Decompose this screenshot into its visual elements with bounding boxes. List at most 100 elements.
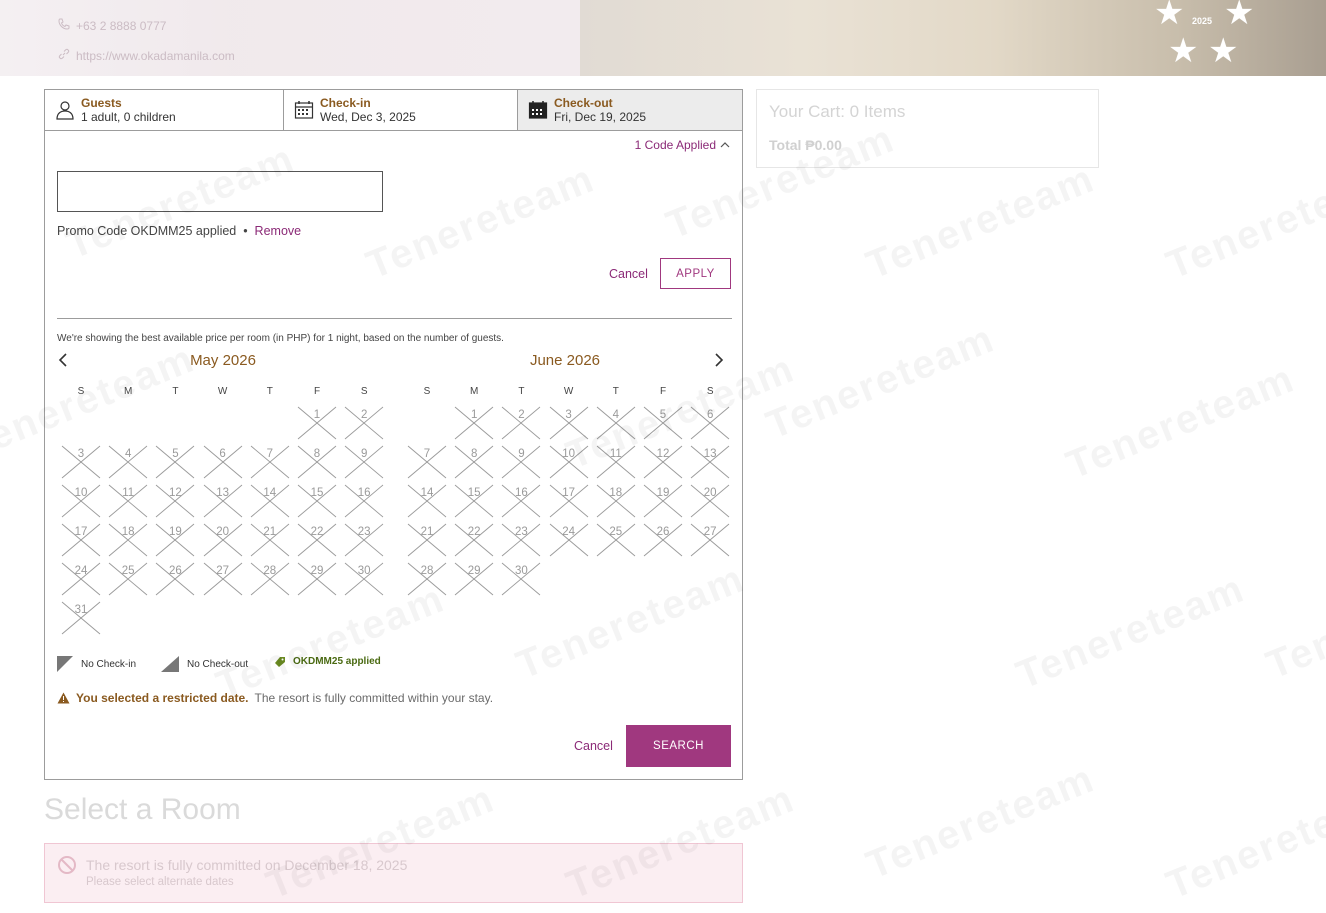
search-button[interactable]: SEARCH <box>626 725 731 767</box>
calendar-day[interactable]: 17 <box>549 484 589 518</box>
calendar-day[interactable]: 14 <box>407 484 447 518</box>
calendar-day[interactable]: 13 <box>203 484 243 518</box>
calendar-day[interactable]: 28 <box>407 562 447 596</box>
day-number: 9 <box>360 448 368 460</box>
checkout-value: Fri, Dec 19, 2025 <box>554 110 647 124</box>
calendar-day[interactable]: 19 <box>643 484 683 518</box>
calendar-day[interactable]: 27 <box>203 562 243 596</box>
calendar-day[interactable]: 26 <box>155 562 195 596</box>
calendar-day[interactable]: 2 <box>344 406 384 440</box>
calendar-day[interactable]: 23 <box>344 523 384 557</box>
tab-checkin[interactable]: Check-in Wed, Dec 3, 2025 <box>283 90 517 130</box>
day-number: 17 <box>562 487 575 499</box>
chevron-right-icon[interactable] <box>711 353 725 367</box>
calendar-day[interactable]: 25 <box>596 523 636 557</box>
calendar-day[interactable]: 23 <box>501 523 541 557</box>
calendar-day[interactable]: 25 <box>108 562 148 596</box>
calendar-day[interactable]: 9 <box>344 445 384 479</box>
calendar-icon <box>294 101 314 119</box>
watermark-text: Tenereteam <box>1010 566 1251 698</box>
day-number: 13 <box>703 448 717 460</box>
calendar-day[interactable]: 10 <box>61 484 101 518</box>
day-number: 2 <box>360 409 368 421</box>
apply-button[interactable]: APPLY <box>660 258 731 289</box>
calendar-day[interactable]: 31 <box>61 601 101 635</box>
chevron-up-icon <box>720 142 730 148</box>
calendar-day[interactable]: 29 <box>454 562 494 596</box>
calendar-day[interactable]: 22 <box>454 523 494 557</box>
calendar-day[interactable]: 11 <box>596 445 636 479</box>
calendar-day[interactable]: 27 <box>690 523 730 557</box>
calendar-day[interactable]: 11 <box>108 484 148 518</box>
phone-number[interactable]: +63 2 8888 0777 <box>76 19 166 33</box>
calendar-day[interactable]: 24 <box>61 562 101 596</box>
calendar-day[interactable]: 3 <box>549 406 589 440</box>
weekday-header: S <box>423 386 431 397</box>
promo-code-toggle[interactable]: 1 Code Applied <box>635 138 730 152</box>
legend-no-checkin-label: No Check-in <box>81 658 137 670</box>
calendar-day[interactable]: 7 <box>250 445 290 479</box>
calendar-day[interactable]: 5 <box>643 406 683 440</box>
calendar-day[interactable]: 12 <box>643 445 683 479</box>
website-link[interactable]: https://www.okadamanila.com <box>76 49 235 63</box>
calendar-day[interactable]: 3 <box>61 445 101 479</box>
chevron-left-icon[interactable] <box>57 353 71 367</box>
separator-dot: • <box>243 224 248 238</box>
calendar-day[interactable]: 21 <box>407 523 447 557</box>
calendar-day[interactable]: 30 <box>344 562 384 596</box>
calendar-day[interactable]: 10 <box>549 445 589 479</box>
calendar-day[interactable]: 30 <box>501 562 541 596</box>
calendar-day[interactable]: 9 <box>501 445 541 479</box>
tag-icon <box>275 656 285 667</box>
calendar-day[interactable]: 13 <box>690 445 730 479</box>
cart-total: Total ₱0.00 <box>769 137 842 153</box>
calendar-day[interactable]: 4 <box>108 445 148 479</box>
calendar-day[interactable]: 7 <box>407 445 447 479</box>
calendar-day[interactable]: 29 <box>297 562 337 596</box>
calendar-day[interactable]: 2 <box>501 406 541 440</box>
calendar-day[interactable]: 14 <box>250 484 290 518</box>
warning-text: The resort is fully committed within you… <box>254 691 494 705</box>
calendar-day[interactable]: 19 <box>155 523 195 557</box>
calendar-day[interactable]: 18 <box>596 484 636 518</box>
remove-promo-link[interactable]: Remove <box>255 224 302 238</box>
ban-icon <box>58 856 76 874</box>
calendar-day[interactable]: 17 <box>61 523 101 557</box>
calendar-day[interactable]: 8 <box>454 445 494 479</box>
watermark-text: Tenereteam <box>1060 356 1301 488</box>
cancel-link[interactable]: Cancel <box>574 739 613 753</box>
cart-summary: Your Cart: 0 Items Total ₱0.00 <box>756 89 1099 168</box>
weekday-header: S <box>360 386 368 397</box>
promo-cancel-link[interactable]: Cancel <box>609 267 648 281</box>
star-icon: ★ <box>1154 0 1185 32</box>
calendar-day[interactable]: 12 <box>155 484 195 518</box>
calendar-day[interactable]: 4 <box>596 406 636 440</box>
calendar-day[interactable]: 1 <box>454 406 494 440</box>
calendar-day[interactable]: 21 <box>250 523 290 557</box>
calendar-day[interactable]: 28 <box>250 562 290 596</box>
calendar-day[interactable]: 1 <box>297 406 337 440</box>
promo-toggle-label: 1 Code Applied <box>634 138 716 152</box>
tab-guests[interactable]: Guests 1 adult, 0 children <box>45 90 283 130</box>
calendar-day[interactable]: 15 <box>297 484 337 518</box>
promo-code-input[interactable] <box>57 171 383 212</box>
calendar-day[interactable]: 16 <box>344 484 384 518</box>
calendar-day[interactable]: 20 <box>690 484 730 518</box>
calendar-day[interactable]: 18 <box>108 523 148 557</box>
tab-checkout[interactable]: Check-out Fri, Dec 19, 2025 <box>517 90 742 130</box>
day-number: 6 <box>219 448 226 460</box>
calendar-day[interactable]: 15 <box>454 484 494 518</box>
day-number: 14 <box>420 487 434 499</box>
calendar-day[interactable]: 24 <box>549 523 589 557</box>
calendar-day[interactable]: 6 <box>690 406 730 440</box>
day-number: 25 <box>121 565 135 577</box>
calendar-day[interactable]: 16 <box>501 484 541 518</box>
calendar-day[interactable]: 5 <box>155 445 195 479</box>
calendar-day[interactable]: 20 <box>203 523 243 557</box>
calendar-day[interactable]: 6 <box>203 445 243 479</box>
calendar-day[interactable]: 22 <box>297 523 337 557</box>
promo-applied-row: Promo Code OKDMM25 applied • Remove <box>57 224 301 238</box>
hero-banner: +63 2 8888 0777 https://www.okadamanila.… <box>0 0 1326 76</box>
calendar-day[interactable]: 26 <box>643 523 683 557</box>
calendar-day[interactable]: 8 <box>297 445 337 479</box>
